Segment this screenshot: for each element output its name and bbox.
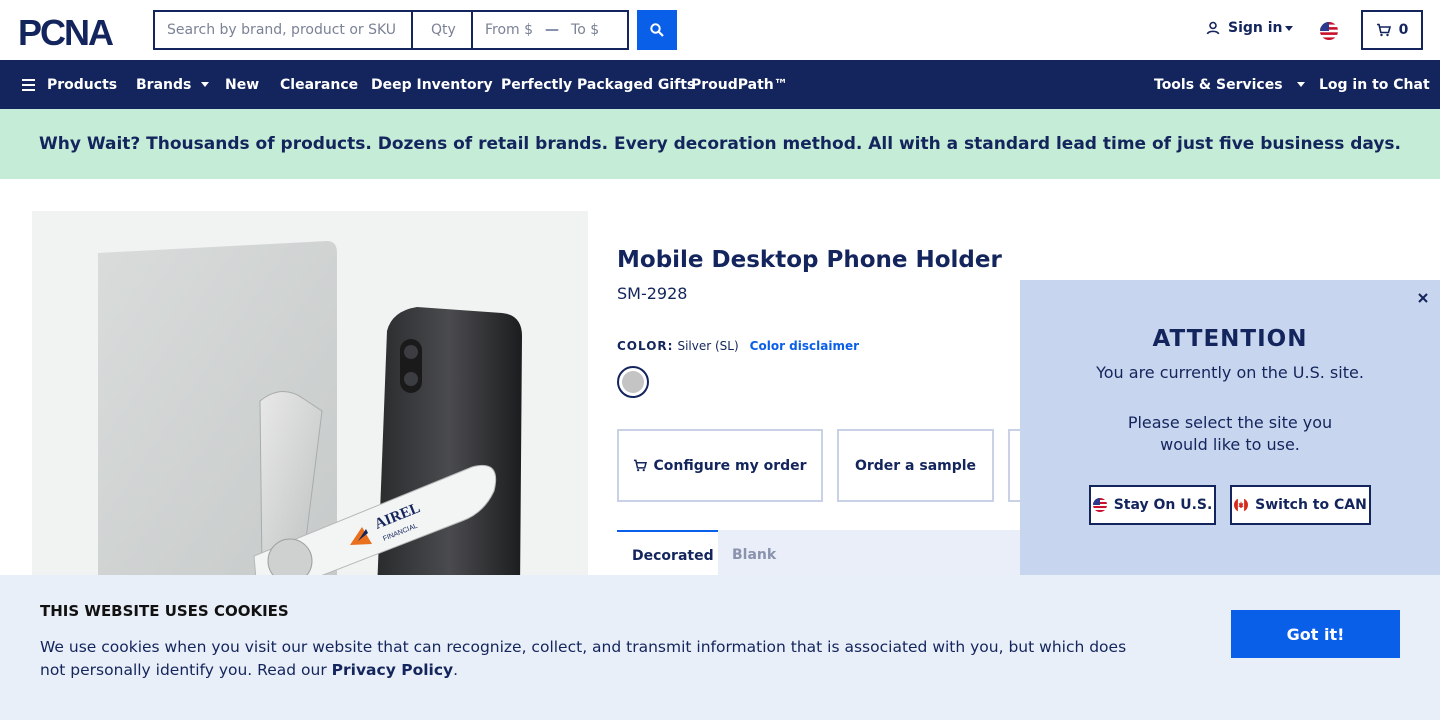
configure-order-label: Configure my order [653, 457, 807, 474]
us-flag-graphic [1320, 22, 1338, 40]
us-flag-graphic [1092, 498, 1107, 512]
cookie-body: We use cookies when you visit our websit… [40, 638, 1127, 679]
product-title: Mobile Desktop Phone Holder [617, 247, 1002, 273]
privacy-policy-link[interactable]: Privacy Policy [332, 661, 454, 679]
price-separator: — [545, 22, 560, 38]
nav-clearance-label: Clearance [280, 76, 359, 93]
color-swatch-silver[interactable] [617, 366, 649, 398]
stay-us-button[interactable]: Stay On U.S. [1089, 485, 1216, 525]
nav-tools-services[interactable]: Tools & Services [1154, 60, 1305, 109]
price-from-placeholder[interactable]: From $ [485, 22, 533, 38]
close-button[interactable] [1416, 290, 1430, 304]
color-value: Silver (SL) [677, 339, 739, 353]
search-button[interactable] [637, 10, 677, 50]
promo-banner-text: Why Wait? Thousands of products. Dozens … [38, 134, 1402, 154]
order-sample-label: Order a sample [854, 457, 977, 474]
nav-new[interactable]: New [225, 60, 259, 109]
pcna-logo-mark: PCNA [18, 14, 116, 48]
sign-in-menu[interactable]: Sign in [1206, 20, 1293, 36]
hamburger-icon [22, 78, 35, 91]
popup-subtitle: You are currently on the U.S. site. [1096, 363, 1364, 382]
popup-title: ATTENTION [1152, 326, 1308, 352]
stay-us-label: Stay On U.S. [1113, 497, 1213, 513]
nav-proudpath-label: ProudPath™ [691, 76, 788, 93]
cookie-text-end: . [453, 661, 459, 679]
cookie-title: THIS WEBSITE USES COOKIES [40, 602, 289, 620]
search-input[interactable]: Search by brand, product or SKU [153, 10, 411, 50]
nav-chat-label: Log in to Chat [1319, 76, 1430, 93]
canada-flag-graphic [1234, 498, 1249, 512]
configure-order-button[interactable]: Configure my order [617, 429, 823, 502]
cart-icon [1376, 23, 1391, 37]
pcna-logo[interactable]: PCNA [18, 14, 138, 48]
qty-placeholder: Qty [431, 22, 456, 38]
nav-new-label: New [225, 76, 260, 93]
site-select-popup: ATTENTION You are currently on the U.S. … [1020, 280, 1440, 575]
nav-brands[interactable]: Brands [136, 60, 210, 109]
order-sample-button[interactable]: Order a sample [837, 429, 994, 502]
switch-can-button[interactable]: Switch to CAN [1230, 485, 1371, 525]
nav-tools-label: Tools & Services [1154, 76, 1283, 93]
search-placeholder: Search by brand, product or SKU [167, 22, 397, 38]
nav-proudpath[interactable]: ProudPath™ [691, 60, 788, 109]
close-icon [1418, 293, 1428, 303]
cookie-text: We use cookies when you visit our websit… [40, 636, 1140, 682]
price-to-placeholder[interactable]: To $ [571, 22, 599, 38]
cart-count: 0 [1398, 22, 1409, 38]
chevron-down-icon [1296, 82, 1305, 87]
chevron-down-icon [201, 82, 210, 87]
nav-products[interactable]: Products [22, 60, 117, 109]
cookie-accept-label: Got it! [1286, 624, 1345, 644]
switch-can-label: Switch to CAN [1255, 497, 1367, 513]
popup-question: Please select the site you would like to… [1127, 413, 1333, 454]
color-disclaimer-link[interactable]: Color disclaimer [750, 339, 859, 353]
site-header: PCNA Search by brand, product or SKU Qty… [0, 0, 1440, 60]
nav-clearance[interactable]: Clearance [280, 60, 358, 109]
phone-holder-illustration: AIREL FINANCIAL [98, 241, 522, 591]
tab-decorated-label: Decorated [632, 548, 714, 564]
cookie-banner: THIS WEBSITE USES COOKIES We use cookies… [0, 575, 1440, 720]
nav-deep-inventory[interactable]: Deep Inventory [371, 60, 493, 109]
search-form: Search by brand, product or SKU Qty From… [153, 10, 677, 50]
qty-input[interactable]: Qty [411, 10, 473, 50]
swatch-fill [622, 371, 644, 393]
tab-blank[interactable]: Blank [732, 530, 776, 580]
us-flag-icon [1092, 498, 1107, 512]
color-label: COLOR: [617, 339, 674, 353]
search-icon [650, 23, 664, 37]
product-sku: SM-2928 [617, 284, 688, 303]
nav-chat[interactable]: Log in to Chat [1319, 60, 1430, 109]
promo-banner: Why Wait? Thousands of products. Dozens … [0, 109, 1440, 179]
us-flag-icon[interactable] [1320, 22, 1338, 40]
canada-flag-icon [1234, 498, 1249, 512]
color-selector-label: COLOR: Silver (SL) Color disclaimer [617, 339, 859, 353]
nav-brands-label: Brands [136, 76, 192, 93]
cookie-accept-button[interactable]: Got it! [1231, 610, 1400, 658]
main-nav: Products Brands New Clearance Deep Inven… [0, 60, 1440, 109]
tab-decorated[interactable]: Decorated [617, 530, 718, 580]
nav-deep-inventory-label: Deep Inventory [371, 76, 493, 93]
nav-gifts[interactable]: Perfectly Packaged Gifts [501, 60, 695, 109]
sign-in-label: Sign in [1228, 20, 1283, 36]
price-range-input[interactable]: From $ — To $ [473, 10, 629, 50]
chevron-down-icon [1284, 25, 1293, 31]
cart-button[interactable]: 0 [1361, 10, 1423, 50]
cart-icon [634, 459, 648, 472]
product-image[interactable]: AIREL FINANCIAL [32, 211, 588, 591]
nav-products-label: Products [47, 76, 118, 93]
nav-gifts-label: Perfectly Packaged Gifts [501, 76, 696, 93]
logo-text: PCNA [18, 14, 114, 48]
tab-blank-label: Blank [732, 547, 777, 563]
user-icon [1206, 21, 1220, 35]
